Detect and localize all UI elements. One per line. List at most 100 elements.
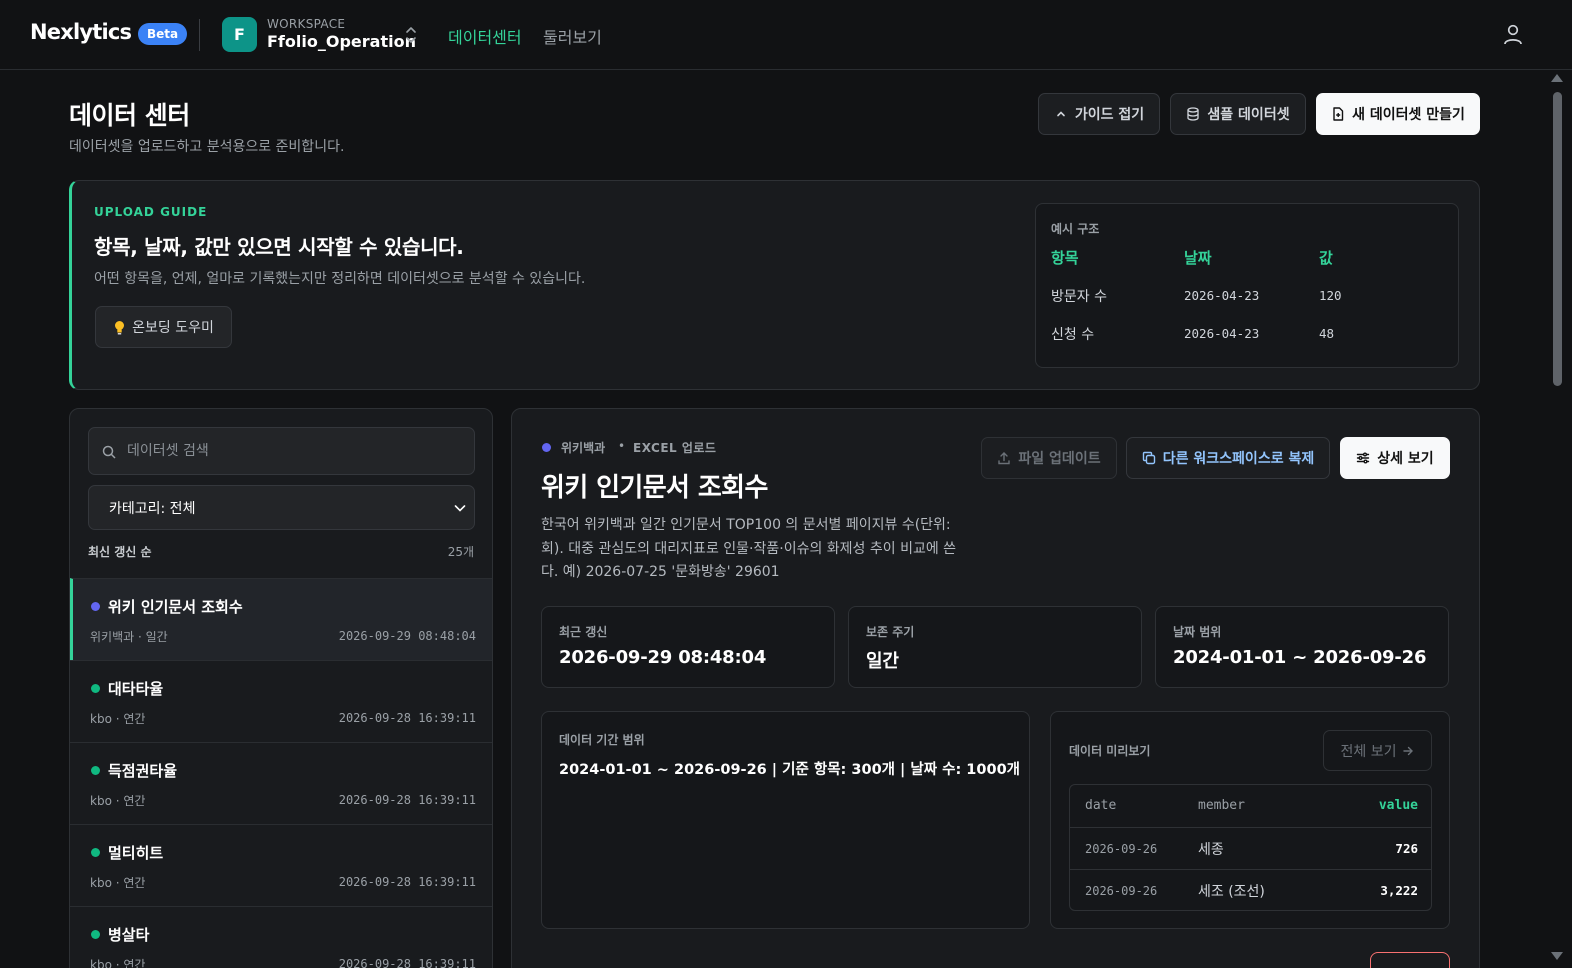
new-dataset-button[interactable]: 새 데이터셋 만들기 [1316, 93, 1480, 135]
cell-value: 3,222 [1380, 883, 1418, 898]
page-subtitle: 데이터셋을 업로드하고 분석용으로 준비합니다. [69, 139, 345, 155]
category-dot [91, 848, 100, 857]
data-period-range-box: 데이터 기간 범위 2024-01-01 ~ 2026-09-26 | 기준 항… [541, 711, 1030, 929]
dataset-detail-panel: 위키백과 • EXCEL 업로드 위키 인기문서 조회수 한국어 위키백과 일간… [511, 408, 1480, 968]
example-cell: 2026-04-23 [1184, 288, 1260, 303]
copy-icon [1142, 451, 1155, 465]
brand-logo[interactable]: Nexlytics [30, 20, 132, 44]
collapse-guide-button[interactable]: 가이드 접기 [1038, 93, 1160, 135]
chevron-up-down-icon[interactable] [404, 26, 418, 44]
beta-badge: Beta [138, 23, 188, 45]
dataset-item-name: 멀티히트 [108, 844, 164, 862]
stat-retention-period: 보존 주기 일간 [848, 606, 1142, 688]
category-dot [91, 930, 100, 939]
workspace-avatar[interactable]: F [222, 17, 257, 52]
cell-member: 세조 (조선) [1198, 884, 1265, 900]
upload-icon [998, 452, 1011, 465]
scrollbar-thumb[interactable] [1553, 92, 1562, 386]
dataset-source: 위키백과 [561, 441, 606, 455]
table-row: 2026-09-26 세조 (조선) 3,222 [1070, 869, 1431, 910]
search-icon [102, 445, 116, 459]
column-header-member: member [1198, 798, 1245, 813]
user-icon[interactable] [1502, 23, 1524, 45]
dataset-item-time: 2026-09-29 08:48:04 [338, 629, 476, 643]
preview-label: 데이터 미리보기 [1069, 744, 1151, 758]
dataset-search [88, 427, 475, 475]
view-all-button[interactable]: 전체 보기 [1323, 730, 1432, 771]
dataset-upload-type: EXCEL 업로드 [633, 441, 717, 455]
example-cell: 방문자 수 [1051, 289, 1107, 305]
dataset-description: 한국어 위키백과 일간 인기문서 TOP100 의 문서별 페이지뷰 수(단위:… [541, 517, 957, 580]
scroll-down-arrow[interactable] [1551, 952, 1563, 960]
dataset-list-item[interactable]: 득점권타율 kbo · 연간 2026-09-28 16:39:11 [70, 742, 492, 824]
source-dot [542, 443, 551, 452]
dataset-list-panel: 카테고리: 전체 최신 갱신 순 25개 위키 인기문서 조회수 위키백과 · … [69, 408, 493, 968]
nav-browse[interactable]: 둘러보기 [543, 24, 602, 48]
dataset-item-time: 2026-09-28 16:39:11 [338, 793, 476, 807]
stat-last-updated: 최근 갱신 2026-09-29 08:48:04 [541, 606, 835, 688]
dataset-item-time: 2026-09-28 16:39:11 [338, 875, 476, 889]
example-cell: 48 [1319, 326, 1335, 341]
cell-value: 726 [1395, 841, 1418, 856]
workspace-name[interactable]: Ffolio_Operation [267, 32, 416, 51]
meta-separator: • [618, 439, 626, 453]
stat-value: 2024-01-01 ~ 2026-09-26 [1173, 647, 1427, 668]
cell-member: 세종 [1198, 842, 1224, 858]
dataset-search-input[interactable] [127, 428, 467, 474]
delete-button-partial[interactable] [1370, 952, 1450, 968]
dataset-item-meta: kbo · 연간 [90, 876, 146, 890]
onboarding-helper-button[interactable]: 온보딩 도우미 [95, 306, 232, 348]
dataset-item-meta: 위키백과 · 일간 [90, 630, 168, 644]
sample-dataset-label: 샘플 데이터셋 [1207, 107, 1290, 123]
file-plus-icon [1333, 107, 1344, 121]
database-icon [1187, 107, 1200, 121]
duplicate-workspace-button[interactable]: 다른 워크스페이스로 복제 [1126, 437, 1330, 479]
dataset-list-item[interactable]: 위키 인기문서 조회수 위키백과 · 일간 2026-09-29 08:48:0… [70, 578, 492, 660]
lightbulb-icon [115, 320, 125, 334]
dataset-item-name: 위키 인기문서 조회수 [108, 598, 243, 616]
dataset-item-time: 2026-09-28 16:39:11 [338, 957, 476, 968]
example-header-date: 날짜 [1184, 249, 1212, 267]
scroll-up-arrow[interactable] [1551, 74, 1563, 82]
dataset-list-item[interactable]: 멀티히트 kbo · 연간 2026-09-28 16:39:11 [70, 824, 492, 906]
dataset-item-name: 병살타 [108, 926, 150, 944]
duplicate-workspace-label: 다른 워크스페이스로 복제 [1162, 451, 1315, 467]
example-header-value: 값 [1319, 249, 1333, 267]
view-all-label: 전체 보기 [1340, 743, 1397, 760]
chevron-up-icon [1057, 111, 1065, 117]
category-select[interactable]: 카테고리: 전체 [88, 485, 475, 530]
guide-kicker: UPLOAD GUIDE [94, 205, 208, 219]
dataset-item-name: 대타타율 [108, 680, 164, 698]
stat-label: 보존 주기 [866, 625, 915, 639]
sample-dataset-button[interactable]: 샘플 데이터셋 [1170, 93, 1306, 135]
example-title: 예시 구조 [1051, 222, 1100, 236]
category-dot [91, 602, 100, 611]
stat-label: 날짜 범위 [1173, 625, 1222, 639]
guide-title: 항목, 날짜, 값만 있으면 시작할 수 있습니다. [94, 235, 464, 259]
example-structure-box: 예시 구조 항목 날짜 값 방문자 수 2026-04-23 120 신청 수 … [1035, 203, 1459, 368]
upload-guide-card: UPLOAD GUIDE 항목, 날짜, 값만 있으면 시작할 수 있습니다. … [69, 180, 1480, 390]
example-header-item: 항목 [1051, 249, 1079, 267]
sort-label[interactable]: 최신 갱신 순 [88, 543, 152, 560]
column-header-date: date [1085, 798, 1117, 813]
dataset-list-item[interactable]: 대타타율 kbo · 연간 2026-09-28 16:39:11 [70, 660, 492, 742]
dataset-item-meta: kbo · 연간 [90, 958, 146, 968]
data-preview-box: 데이터 미리보기 전체 보기 date member value 2026-09… [1050, 711, 1450, 929]
preview-table: date member value 2026-09-26 세종 726 2026… [1069, 784, 1432, 911]
category-select-value: 카테고리: 전체 [109, 500, 196, 517]
dataset-item-time: 2026-09-28 16:39:11 [338, 711, 476, 725]
sliders-icon [1357, 452, 1370, 464]
guide-description: 어떤 항목을, 언제, 얼마로 기록했는지만 정리하면 데이터셋으로 분석할 수… [94, 271, 586, 287]
nav-data-center[interactable]: 데이터센터 [448, 24, 522, 48]
cell-date: 2026-09-26 [1085, 884, 1158, 898]
view-detail-button[interactable]: 상세 보기 [1340, 437, 1450, 479]
file-update-label: 파일 업데이트 [1018, 451, 1101, 467]
page-title: 데이터 센터 [69, 101, 190, 130]
dataset-list-item[interactable]: 병살타 kbo · 연간 2026-09-28 16:39:11 [70, 906, 492, 968]
file-update-button[interactable]: 파일 업데이트 [981, 437, 1117, 479]
example-cell: 120 [1319, 288, 1342, 303]
dataset-title: 위키 인기문서 조회수 [541, 473, 768, 503]
stat-value: 일간 [866, 651, 899, 672]
onboarding-helper-label: 온보딩 도우미 [132, 320, 214, 336]
dataset-item-meta: kbo · 연간 [90, 712, 146, 726]
